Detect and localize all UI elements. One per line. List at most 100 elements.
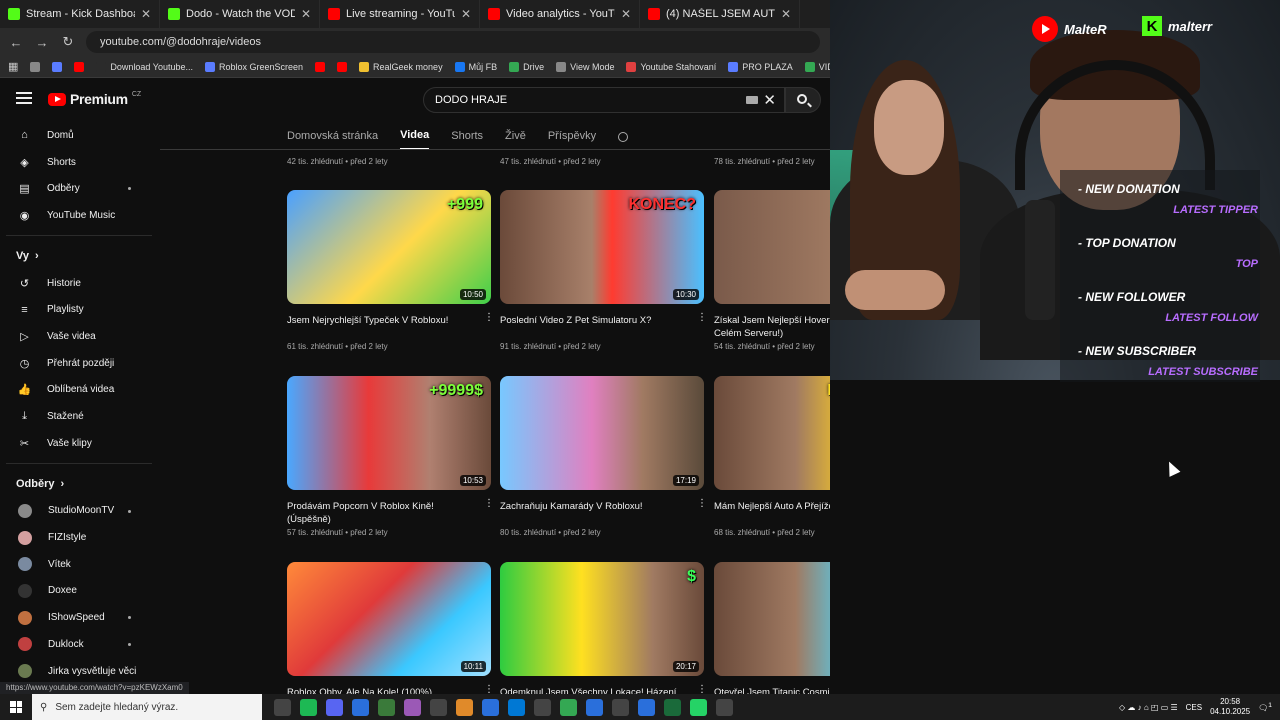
address-bar[interactable]: youtube.com/@dodohraje/videos <box>86 31 820 53</box>
video-thumbnail[interactable]: +9999$ 10:53 <box>287 376 491 490</box>
hamburger-menu-icon[interactable] <box>16 92 32 104</box>
reload-icon[interactable]: ↻ <box>60 34 76 50</box>
taskbar-app-icon[interactable] <box>482 698 499 716</box>
video-title[interactable]: Prodávám Popcorn V Roblox Kině! (Úspěšně… <box>287 500 491 526</box>
video-title[interactable]: Roblox Obby, Ale Na Kole! (100%) <box>287 686 491 694</box>
taskbar-app-icon[interactable] <box>612 698 629 716</box>
video-thumbnail[interactable]: 17:19 <box>500 376 704 490</box>
bookmark-item[interactable] <box>52 61 63 72</box>
more-actions-icon[interactable]: ⋮ <box>697 313 707 323</box>
tab-close-icon[interactable]: ✕ <box>461 7 471 21</box>
sidebar-item[interactable]: ⤓ Stažené <box>0 403 160 430</box>
bookmark-item[interactable]: Download Youtube... <box>96 61 193 72</box>
sidebar-item[interactable]: ▷ Vaše videa <box>0 323 160 350</box>
sidebar-item[interactable]: ↺ Historie <box>0 270 160 297</box>
sidebar-channel[interactable]: Duklock <box>0 631 160 658</box>
tab-close-icon[interactable]: ✕ <box>781 7 791 21</box>
sidebar-item[interactable]: ◈ Shorts <box>0 149 160 176</box>
tab-close-icon[interactable]: ✕ <box>621 7 631 21</box>
video-title[interactable]: Zachraňuju Kamarády V Robloxu! <box>500 500 704 526</box>
taskbar-app-icon[interactable] <box>560 698 577 716</box>
keyboard-icon[interactable] <box>746 96 758 104</box>
sidebar-item[interactable]: ◷ Přehrát později <box>0 350 160 377</box>
tab-close-icon[interactable]: ✕ <box>141 7 151 21</box>
video-thumbnail[interactable]: $20:17 <box>500 562 704 676</box>
sidebar-channel[interactable]: FIZIstyle <box>0 524 160 551</box>
sidebar-channel[interactable]: IShowSpeed <box>0 604 160 631</box>
video-thumbnail[interactable]: KONEC? 10:30 <box>500 190 704 304</box>
clear-search-icon[interactable]: ✕ <box>763 91 776 109</box>
bookmark-item[interactable]: PRO PLAZA <box>728 61 793 72</box>
search-button[interactable] <box>785 87 821 113</box>
tab-1[interactable]: Videa <box>400 122 430 150</box>
language-indicator[interactable]: CES <box>1186 703 1202 712</box>
tab-4[interactable]: Příspěvky <box>548 122 596 150</box>
video-title[interactable]: Poslední Video Z Pet Simulatoru X? <box>500 314 704 340</box>
more-actions-icon[interactable]: ⋮ <box>484 685 494 695</box>
tab-close-icon[interactable]: ✕ <box>301 7 311 21</box>
video-card[interactable]: 17:19 Zachraňuju Kamarády V Robloxu! 80 ti… <box>500 376 707 537</box>
more-actions-icon[interactable]: ⋮ <box>697 685 707 695</box>
sidebar-item[interactable]: ▤ Odběry <box>0 175 160 202</box>
sidebar-item[interactable]: 👍 Oblíbená videa <box>0 377 160 404</box>
taskbar-app-icon[interactable] <box>716 698 733 716</box>
youtube-premium-logo[interactable]: Premium CZ <box>48 91 141 107</box>
search-input[interactable]: DODO HRAJE ✕ <box>423 87 785 113</box>
video-card[interactable]: $20:17 Odemknul Jsem Všechny Lokace! Háze… <box>500 562 707 695</box>
taskbar-app-icon[interactable] <box>508 698 525 716</box>
video-thumbnail[interactable]: 10:11 <box>287 562 491 676</box>
bookmark-item[interactable] <box>74 61 85 72</box>
taskbar-app-icon[interactable] <box>378 698 395 716</box>
bookmark-item[interactable]: Roblox GreenScreen <box>204 61 303 72</box>
bookmark-item[interactable]: VIDEA <box>804 61 830 72</box>
clock[interactable]: 20:58 04.10.2025 <box>1210 697 1250 717</box>
bookmark-item[interactable] <box>30 61 41 72</box>
apps-grid-icon[interactable]: ▦ <box>8 60 18 73</box>
bookmark-item[interactable]: Drive <box>509 61 544 72</box>
taskbar-app-icon[interactable] <box>456 698 473 716</box>
browser-tab[interactable]: Dodo - Watch the VOD on Kick ✕ <box>160 0 320 28</box>
bookmark-item[interactable]: View Mode <box>556 61 614 72</box>
sidebar-item[interactable]: ≡ Playlisty <box>0 296 160 323</box>
bookmark-item[interactable]: RealGeek money <box>359 61 443 72</box>
back-icon[interactable]: ← <box>8 35 24 50</box>
tab-3[interactable]: Živě <box>505 122 526 150</box>
video-title[interactable]: Jsem Nejrychlejší Typeček V Robloxu! <box>287 314 491 340</box>
channel-search-icon[interactable] <box>618 122 629 150</box>
taskbar-app-icon[interactable] <box>274 698 291 716</box>
browser-tab[interactable]: Video analytics - YouTube Studi ✕ <box>480 0 640 28</box>
bookmark-item[interactable]: Youtube Stahovaní <box>626 61 716 72</box>
sidebar-channel[interactable]: Vítek <box>0 551 160 578</box>
bookmark-item[interactable] <box>337 61 348 72</box>
more-actions-icon[interactable]: ⋮ <box>697 499 707 509</box>
taskbar-app-icon[interactable] <box>534 698 551 716</box>
sidebar-channel[interactable]: Jirka vysvětluje věci <box>0 658 160 685</box>
video-thumbnail[interactable]: +999 10:50 <box>287 190 491 304</box>
tab-0[interactable]: Domovská stránka <box>287 122 378 150</box>
taskbar-app-icon[interactable] <box>638 698 655 716</box>
sidebar-channel[interactable]: StudioMoonTV <box>0 498 160 525</box>
taskbar-app-icon[interactable] <box>404 698 421 716</box>
bookmark-item[interactable] <box>315 61 326 72</box>
video-card[interactable]: 10:11 Roblox Obby, Ale Na Kole! (100%) ⋮ <box>287 562 494 695</box>
taskbar-search[interactable]: ⚲ Sem zadejte hledaný výraz. <box>32 694 262 720</box>
browser-tab[interactable]: (4) NAŠEL JSEM AUTOBUS VŠEC ✕ <box>640 0 800 28</box>
tab-2[interactable]: Shorts <box>451 122 483 150</box>
bookmark-item[interactable]: Můj FB <box>454 61 497 72</box>
taskbar-app-icon[interactable] <box>586 698 603 716</box>
start-button[interactable] <box>0 694 32 720</box>
taskbar-app-icon[interactable] <box>352 698 369 716</box>
sidebar-section-you[interactable]: Vy › <box>0 242 160 270</box>
forward-icon[interactable]: → <box>34 35 50 50</box>
browser-tab[interactable]: Stream - Kick Dashboard ✕ <box>0 0 160 28</box>
notification-icon[interactable]: 🗨1 <box>1258 702 1272 713</box>
more-actions-icon[interactable]: ⋮ <box>484 499 494 509</box>
sidebar-item[interactable]: ✂ Vaše klipy <box>0 430 160 457</box>
sidebar-item[interactable]: ⌂ Domů <box>0 122 160 149</box>
taskbar-app-icon[interactable] <box>300 698 317 716</box>
sidebar-section-subscriptions[interactable]: Odběry › <box>0 470 160 498</box>
tray-icons[interactable]: ◇ ☁ ♪ ⌂ ◰ ▭ ☰ <box>1119 703 1178 712</box>
more-actions-icon[interactable]: ⋮ <box>484 313 494 323</box>
taskbar-app-icon[interactable] <box>430 698 447 716</box>
sidebar-channel[interactable]: Doxee <box>0 578 160 605</box>
